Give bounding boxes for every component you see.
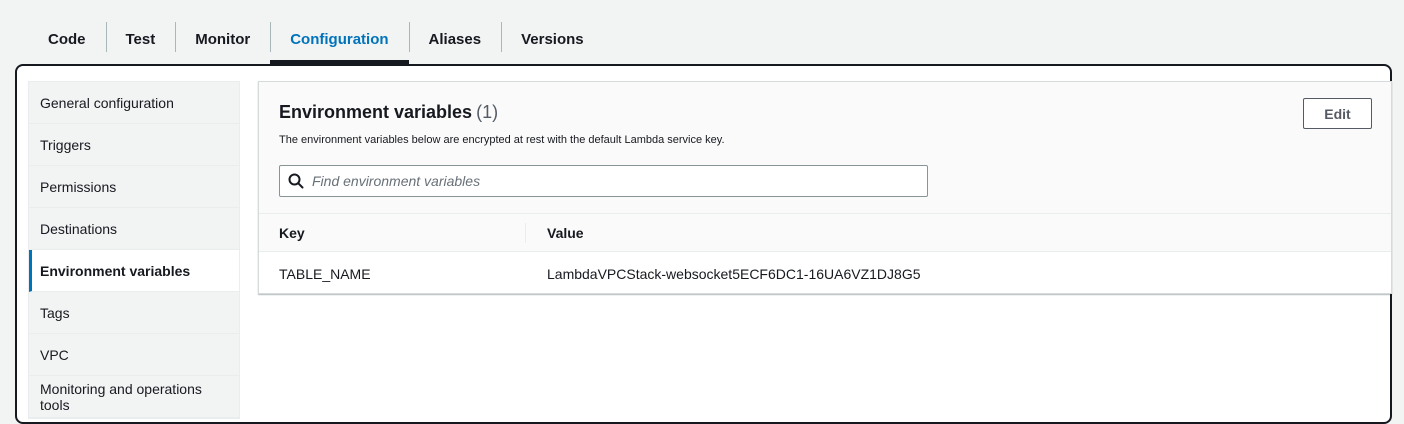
env-var-value: LambdaVPCStack-websocket5ECF6DC1-16UA6VZ…	[547, 265, 921, 282]
sidenav-item-permissions[interactable]: Permissions	[29, 166, 239, 208]
table-header: Key Value	[259, 214, 1391, 252]
tab-versions[interactable]: Versions	[501, 14, 604, 64]
tab-test[interactable]: Test	[105, 14, 176, 64]
tab-aliases[interactable]: Aliases	[408, 14, 502, 64]
sidenav-item-vpc[interactable]: VPC	[29, 334, 239, 376]
environment-variables-card: Environment variables (1) The environment…	[258, 81, 1392, 294]
sidenav-item-triggers[interactable]: Triggers	[29, 124, 239, 166]
sidenav-item-destinations[interactable]: Destinations	[29, 208, 239, 250]
function-tabs: Code Test Monitor Configuration Aliases …	[28, 14, 604, 64]
tab-configuration[interactable]: Configuration	[270, 14, 409, 64]
configuration-panel: General configuration Triggers Permissio…	[15, 64, 1392, 424]
card-title-text: Environment variables	[279, 102, 473, 122]
sidenav-item-environment-variables[interactable]: Environment variables	[29, 250, 239, 292]
env-var-key: TABLE_NAME	[279, 265, 371, 282]
edit-button[interactable]: Edit	[1303, 98, 1372, 129]
sidenav-item-tags[interactable]: Tags	[29, 292, 239, 334]
sidenav-item-general-configuration[interactable]: General configuration	[29, 82, 239, 124]
tab-code[interactable]: Code	[28, 14, 106, 64]
column-header-value[interactable]: Value	[547, 214, 584, 252]
search-box	[279, 165, 928, 197]
search-icon	[280, 166, 312, 196]
configuration-sidenav: General configuration Triggers Permissio…	[28, 81, 240, 419]
tab-monitor[interactable]: Monitor	[175, 14, 270, 64]
card-title: Environment variables (1)	[279, 102, 498, 123]
card-header: Environment variables (1) The environment…	[259, 82, 1391, 214]
table-row: TABLE_NAME LambdaVPCStack-websocket5ECF6…	[259, 253, 1391, 294]
variable-count: (1)	[476, 102, 499, 122]
card-description: The environment variables below are encr…	[279, 134, 725, 146]
sidenav-item-monitoring-tools[interactable]: Monitoring and operations tools	[29, 376, 239, 418]
column-header-key[interactable]: Key	[279, 214, 526, 252]
search-input[interactable]	[312, 167, 927, 195]
